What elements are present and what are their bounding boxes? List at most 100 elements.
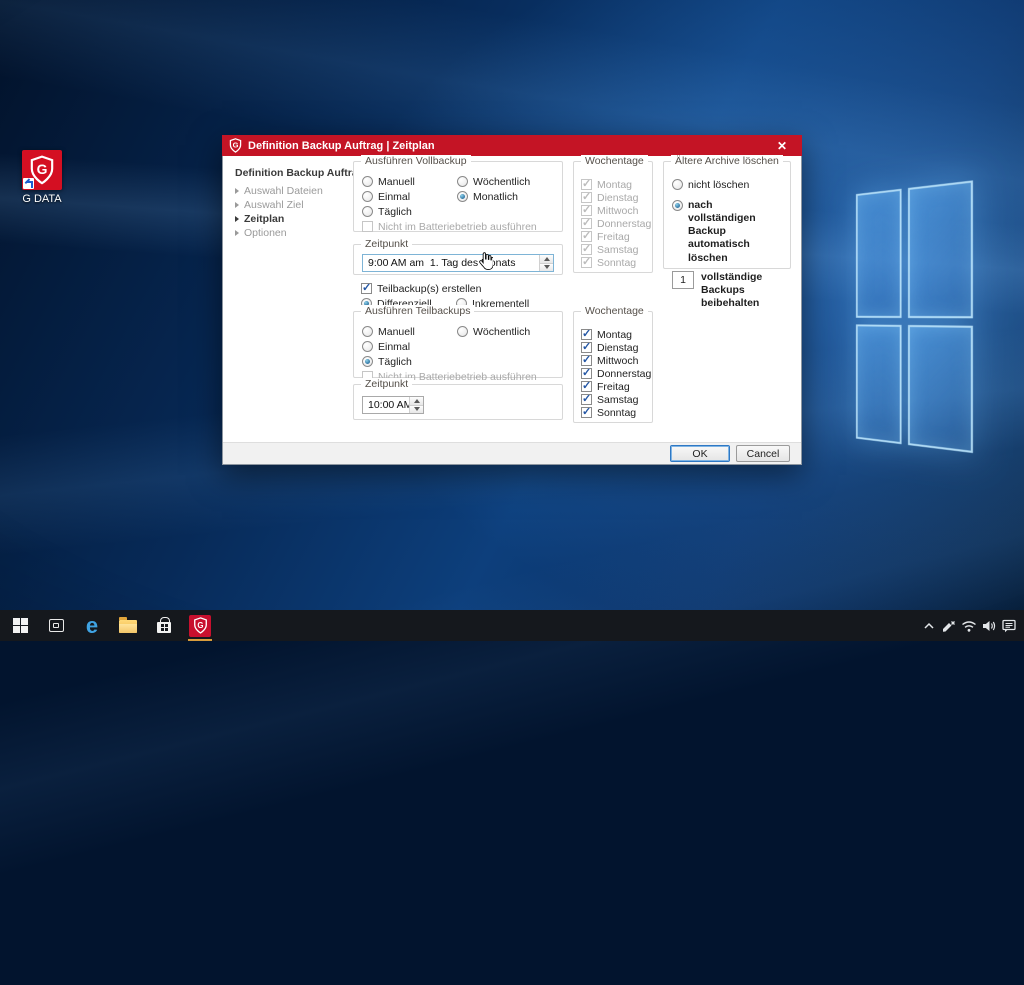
taskbar-store-button[interactable] (146, 610, 182, 641)
radio-selected-icon (362, 356, 373, 367)
radio-icon (672, 179, 683, 190)
radio-teilbackups-woechentlich[interactable]: Wöchentlich (457, 325, 554, 338)
checkbox-checked-icon (581, 368, 592, 379)
gdata-taskbar-icon: G (189, 615, 211, 637)
chevron-right-icon (235, 188, 239, 194)
gdata-shield-icon: G (229, 138, 242, 153)
radio-vollbackup-taeglich[interactable]: Täglich (362, 205, 457, 218)
desktop-shortcut-gdata[interactable]: G G DATA (12, 150, 72, 205)
system-tray (920, 610, 1024, 641)
sidebar-item-auswahl-ziel[interactable]: Auswahl Ziel (235, 200, 323, 210)
action-center-icon[interactable] (1000, 610, 1018, 641)
zeitpunkt-vollbackup-input[interactable]: 9:00 AM am 1. Tag des Monats (362, 254, 554, 272)
radio-icon (362, 191, 373, 202)
shortcut-label: G DATA (12, 193, 72, 205)
group-legend: Ältere Archive löschen (671, 155, 783, 167)
shortcut-arrow-icon (23, 178, 34, 189)
checkbox-checked-icon (581, 381, 592, 392)
checkbox-checked-icon (361, 283, 372, 294)
volume-icon[interactable] (980, 610, 998, 641)
spin-down-button[interactable] (410, 405, 423, 414)
checkbox-disabled-icon (362, 221, 373, 232)
task-view-icon (49, 619, 64, 632)
wifi-icon[interactable] (960, 610, 978, 641)
sidebar-item-auswahl-dateien[interactable]: Auswahl Dateien (235, 186, 323, 196)
svg-text:G: G (37, 161, 48, 177)
radio-vollbackup-einmal[interactable]: Einmal (362, 190, 457, 203)
checkbox-checked-icon (581, 407, 592, 418)
checkbox-disabled-icon (581, 218, 592, 229)
group-teilbackups: Ausführen Teilbackups Manuell Wöchentlic… (353, 311, 563, 378)
sidebar-item-zeitplan[interactable]: Zeitplan (235, 214, 323, 224)
pen-status-icon[interactable] (940, 610, 958, 641)
radio-teilbackups-manuell[interactable]: Manuell (362, 325, 457, 338)
checkbox-checked-icon (581, 394, 592, 405)
radio-selected-icon (457, 191, 468, 202)
spin-up-button[interactable] (540, 255, 553, 263)
radio-icon (362, 176, 373, 187)
radio-vollbackup-monatlich[interactable]: Monatlich (457, 190, 554, 203)
chevron-up-icon[interactable] (920, 610, 938, 641)
radio-icon (362, 341, 373, 352)
keep-count-input[interactable]: 1 (672, 271, 694, 289)
chevron-right-icon (235, 230, 239, 236)
task-view-button[interactable] (38, 610, 74, 641)
radio-icon (457, 326, 468, 337)
arrow-down-icon (544, 265, 550, 269)
file-explorer-icon (119, 620, 137, 633)
cancel-button[interactable]: Cancel (736, 445, 790, 462)
radio-vollbackup-manuell[interactable]: Manuell (362, 175, 457, 188)
checkbox-disabled-icon (581, 231, 592, 242)
backup-schedule-dialog: G Definition Backup Auftrag | Zeitplan ✕… (222, 135, 802, 465)
keep-backups-row: 1 vollständige Backups beibehalten (672, 271, 782, 310)
checkbox-teilbackup-erstellen[interactable]: Teilbackup(s) erstellen (361, 282, 481, 295)
svg-text:G: G (233, 141, 239, 150)
arrow-up-icon (414, 399, 420, 403)
group-wochentage-vollbackup: Wochentage Montag Dienstag Mittwoch Donn… (573, 161, 653, 273)
sidebar-item-optionen[interactable]: Optionen (235, 228, 323, 238)
radio-teilbackups-taeglich[interactable]: Täglich (362, 355, 457, 368)
microsoft-store-icon (157, 622, 171, 633)
group-wochentage-teilbackups: Wochentage Montag Dienstag Mittwoch Donn… (573, 311, 653, 423)
taskbar-edge-button[interactable]: e (74, 610, 110, 641)
radio-icon (362, 326, 373, 337)
radio-vollbackup-woechentlich[interactable]: Wöchentlich (457, 175, 554, 188)
zeitpunkt-teilbackups-input[interactable]: 10:00 AM (362, 396, 424, 414)
radio-automatisch-loeschen[interactable]: nach vollständigen Backup automatisch lö… (672, 199, 782, 265)
start-button[interactable] (2, 610, 38, 641)
chevron-right-icon (235, 216, 239, 222)
group-legend: Wochentage (581, 155, 648, 167)
arrow-down-icon (414, 407, 420, 411)
radio-icon (362, 206, 373, 217)
checkbox-disabled-icon (581, 179, 592, 190)
group-legend: Ausführen Teilbackups (361, 305, 474, 317)
weekday-checkbox-sonntag: Sonntag (581, 256, 645, 269)
windows-start-icon (13, 618, 28, 633)
taskbar-gdata-button[interactable]: G (182, 610, 218, 641)
spin-up-button[interactable] (410, 397, 423, 405)
checkbox-checked-icon (581, 329, 592, 340)
dialog-footer: OK Cancel (223, 442, 801, 464)
spin-down-button[interactable] (540, 263, 553, 272)
group-zeitpunkt-vollbackup: Zeitpunkt 9:00 AM am 1. Tag des Monats (353, 244, 563, 275)
close-icon[interactable]: ✕ (769, 135, 795, 156)
ok-button[interactable]: OK (670, 445, 730, 462)
checkbox-checked-icon (581, 355, 592, 366)
zeitpunkt-vollbackup-value: 9:00 AM am 1. Tag des Monats (363, 255, 539, 271)
sidebar-nav: Auswahl Dateien Auswahl Ziel Zeitplan Op… (235, 186, 323, 238)
checkbox-disabled-icon (581, 192, 592, 203)
zeitpunkt-teilbackups-value: 10:00 AM (363, 397, 409, 413)
group-legend: Zeitpunkt (361, 378, 412, 390)
group-legend: Ausführen Vollbackup (361, 155, 471, 167)
checkbox-disabled-icon (581, 257, 592, 268)
radio-teilbackups-einmal[interactable]: Einmal (362, 340, 457, 353)
radio-icon (457, 176, 468, 187)
radio-nicht-loeschen[interactable]: nicht löschen (672, 178, 782, 191)
edge-browser-icon: e (86, 616, 98, 636)
taskbar-file-explorer-button[interactable] (110, 610, 146, 641)
spinner (539, 255, 553, 271)
dialog-titlebar[interactable]: G Definition Backup Auftrag | Zeitplan ✕ (222, 135, 802, 156)
group-legend: Zeitpunkt (361, 238, 412, 250)
weekday-checkbox-sonntag[interactable]: Sonntag (581, 406, 645, 419)
spinner (409, 397, 423, 413)
